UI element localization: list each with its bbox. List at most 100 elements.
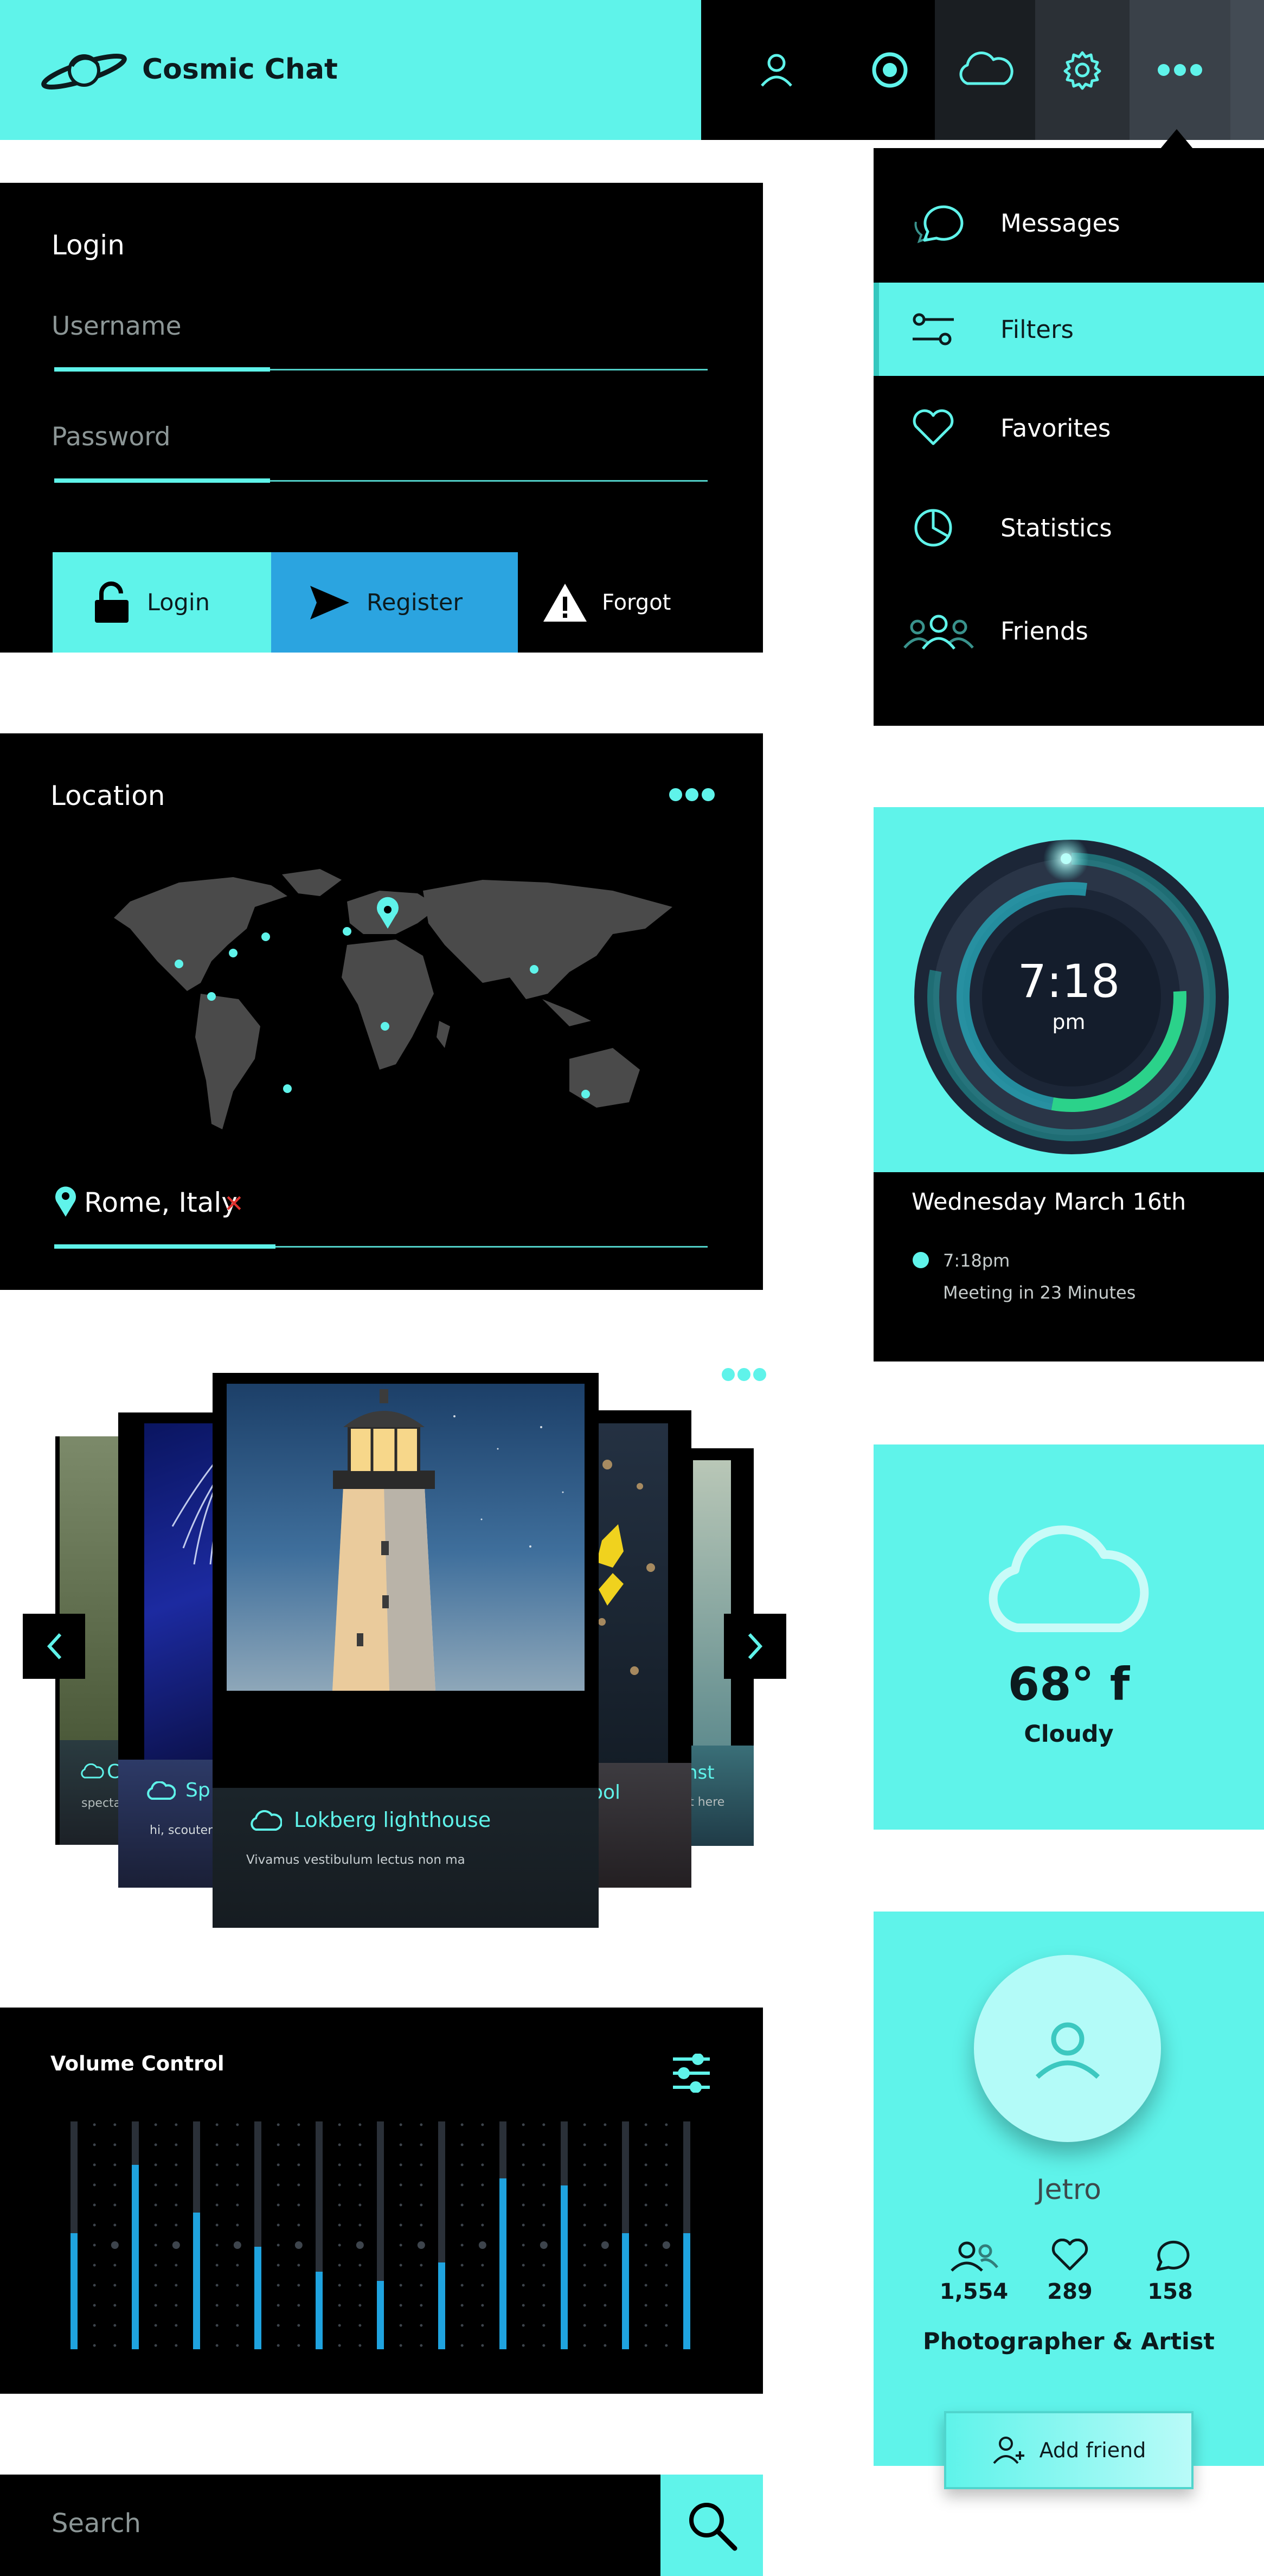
volume-tick — [297, 2264, 300, 2267]
profile-card: Jetro 1,554 289 158 Photographer & Artis… — [874, 1912, 1264, 2489]
avatar[interactable] — [974, 1955, 1161, 2142]
volume-tick — [540, 2241, 548, 2249]
volume-tick — [604, 2264, 607, 2267]
volume-slider-4[interactable] — [254, 2121, 261, 2349]
volume-slider-8[interactable] — [499, 2121, 506, 2349]
volume-slider-7[interactable] — [438, 2121, 445, 2349]
equalizer-icon[interactable] — [671, 2054, 712, 2093]
volume-slider-9[interactable] — [561, 2121, 568, 2349]
password-field[interactable]: Password — [52, 422, 708, 460]
menu-item-friends[interactable]: Friends — [874, 584, 1264, 677]
volume-tick — [277, 2243, 280, 2247]
carousel-more-icon[interactable] — [721, 1367, 767, 1382]
volume-tick — [522, 2203, 525, 2207]
menu-label-filters: Filters — [1000, 315, 1074, 344]
volume-tick — [358, 2203, 362, 2207]
volume-level-bar — [377, 2281, 384, 2349]
clock-date: Wednesday March 16th — [912, 1188, 1186, 1216]
volume-tick — [111, 2241, 119, 2249]
volume-tick — [420, 2123, 423, 2126]
menu-label-messages: Messages — [1000, 208, 1120, 238]
volume-tick — [93, 2304, 96, 2307]
volume-tick — [154, 2304, 157, 2307]
volume-tick — [113, 2183, 117, 2187]
volume-tick — [154, 2183, 157, 2187]
location-underline-focus — [54, 1244, 275, 1249]
volume-tick — [175, 2344, 178, 2347]
volume-tick — [604, 2324, 607, 2327]
volume-tick — [338, 2123, 341, 2126]
volume-slider-6[interactable] — [377, 2121, 384, 2349]
more-tab[interactable] — [1130, 0, 1230, 140]
volume-title: Volume Control — [50, 2052, 224, 2075]
carousel-next-button[interactable] — [724, 1614, 786, 1679]
register-button[interactable]: Register — [271, 552, 518, 653]
volume-tick — [113, 2304, 117, 2307]
more-icon — [1158, 64, 1202, 76]
menu-label-friends: Friends — [1000, 616, 1088, 645]
search-input[interactable]: Search — [52, 2508, 648, 2546]
location-title: Location — [50, 780, 165, 811]
volume-tick — [481, 2203, 484, 2207]
volume-tick — [604, 2223, 607, 2227]
volume-slider-1[interactable] — [70, 2121, 78, 2349]
location-name: Rome, Italy — [84, 1187, 238, 1218]
volume-tick — [93, 2324, 96, 2327]
volume-sliders[interactable] — [60, 2119, 710, 2352]
location-pin-icon — [55, 1186, 76, 1217]
target-tab[interactable] — [851, 0, 928, 140]
search-button[interactable] — [660, 2475, 763, 2576]
volume-tick — [356, 2241, 364, 2249]
profile-name: Jetro — [1036, 2174, 1101, 2206]
cloud-tab[interactable] — [935, 0, 1035, 140]
volume-tick — [154, 2223, 157, 2227]
username-field[interactable]: Username — [52, 311, 708, 349]
volume-tick — [420, 2183, 423, 2187]
settings-tab[interactable] — [1035, 0, 1130, 140]
volume-tick — [358, 2163, 362, 2166]
volume-tick — [460, 2143, 464, 2146]
menu-item-filters[interactable]: Filters — [874, 283, 1264, 376]
volume-slider-11[interactable] — [683, 2121, 690, 2349]
carousel-card-main[interactable]: Lokberg lighthouse Vivamus vestibulum le… — [213, 1373, 599, 1928]
volume-tick — [215, 2264, 219, 2267]
volume-tick — [338, 2324, 341, 2327]
menu-item-favorites[interactable]: Favorites — [874, 381, 1264, 475]
location-more-icon[interactable] — [669, 788, 715, 802]
menu-item-statistics[interactable]: Statistics — [874, 481, 1264, 574]
clear-location-icon[interactable]: ✕ — [224, 1190, 244, 1218]
login-title: Login — [52, 229, 125, 261]
volume-tick — [460, 2264, 464, 2267]
volume-level-bar — [193, 2213, 200, 2349]
volume-slider-3[interactable] — [193, 2121, 200, 2349]
volume-tick — [481, 2163, 484, 2166]
add-friend-label: Add friend — [1039, 2438, 1146, 2462]
volume-tick — [113, 2284, 117, 2287]
add-friend-button[interactable]: Add friend — [944, 2411, 1194, 2489]
chevron-left-icon — [47, 1633, 61, 1660]
menu-item-messages[interactable]: Messages — [874, 176, 1264, 270]
card-left-text: hi, scoutere — [150, 1824, 220, 1837]
carousel-prev-button[interactable] — [23, 1614, 85, 1679]
volume-tick — [644, 2203, 647, 2207]
volume-tick — [481, 2223, 484, 2227]
volume-tick — [644, 2123, 647, 2126]
forgot-button[interactable]: Forgot — [518, 552, 763, 653]
world-map[interactable] — [92, 864, 678, 1167]
volume-tick — [644, 2243, 647, 2247]
login-button[interactable]: Login — [53, 552, 271, 653]
carousel-card-right[interactable]: ool — [591, 1410, 691, 1888]
send-icon — [310, 585, 349, 619]
volume-slider-10[interactable] — [622, 2121, 629, 2349]
volume-slider-5[interactable] — [316, 2121, 323, 2349]
volume-tick — [154, 2324, 157, 2327]
profile-tab[interactable] — [701, 0, 851, 140]
volume-slider-2[interactable] — [132, 2121, 139, 2349]
unlock-icon — [95, 581, 129, 623]
volume-tick — [399, 2223, 402, 2227]
event-time: 7:18pm — [943, 1250, 1010, 1271]
volume-tick — [215, 2344, 219, 2347]
volume-tick — [522, 2223, 525, 2227]
heart-icon — [913, 409, 954, 445]
volume-tick — [236, 2123, 239, 2126]
